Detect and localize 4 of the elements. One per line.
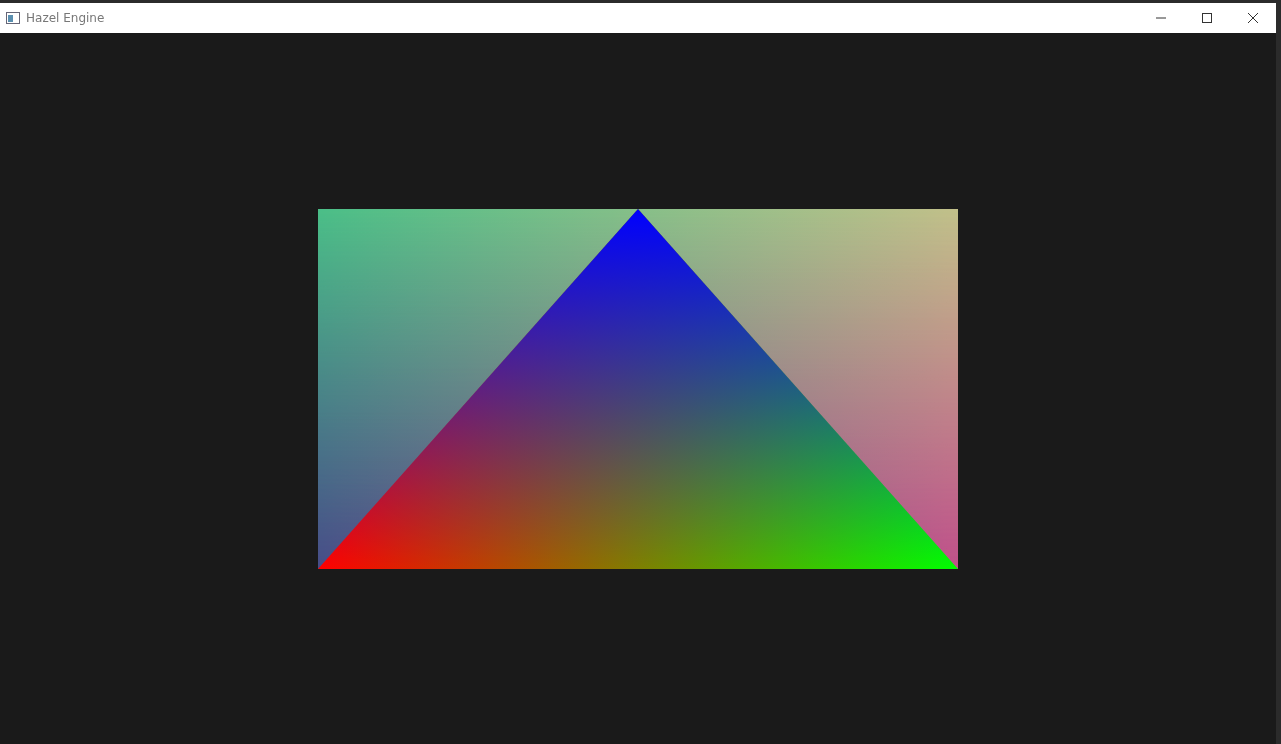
maximize-icon	[1202, 13, 1212, 23]
window-title: Hazel Engine	[26, 11, 106, 25]
close-icon	[1248, 13, 1258, 23]
app-icon	[6, 12, 20, 24]
